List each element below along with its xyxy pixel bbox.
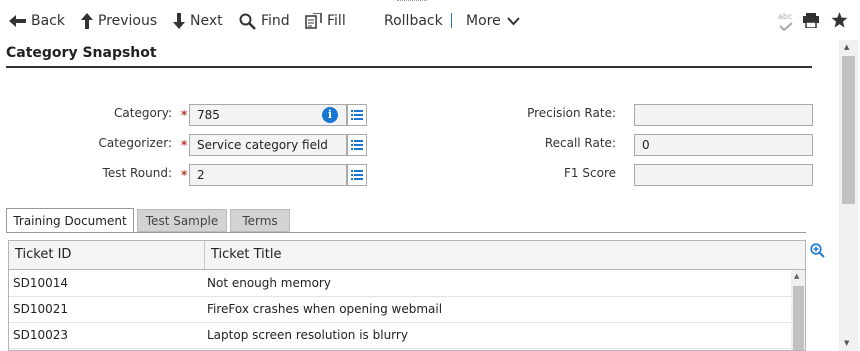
f1-score-label: F1 Score bbox=[564, 166, 616, 180]
more-menu-button[interactable]: More bbox=[466, 6, 525, 36]
find-button[interactable]: Find bbox=[239, 6, 290, 36]
up-arrow-icon bbox=[81, 13, 93, 29]
find-label: Find bbox=[261, 13, 290, 29]
table-scrollbar-thumb[interactable] bbox=[793, 286, 804, 350]
search-icon bbox=[239, 13, 256, 30]
previous-label: Previous bbox=[98, 13, 158, 29]
category-label: Category: bbox=[114, 106, 172, 120]
title-divider bbox=[6, 66, 812, 68]
next-label: Next bbox=[190, 13, 223, 29]
fill-button[interactable]: Fill bbox=[305, 6, 346, 36]
column-header-ticket-title[interactable]: Ticket Title bbox=[205, 241, 785, 269]
favorite-star-icon[interactable] bbox=[831, 12, 848, 32]
training-document-table: Ticket ID Ticket Title SD10014 Not enoug… bbox=[8, 240, 806, 351]
list-icon bbox=[351, 110, 363, 120]
tab-terms[interactable]: Terms bbox=[230, 209, 290, 232]
fill-form-icon bbox=[305, 13, 322, 29]
page-scrollbar-thumb[interactable] bbox=[842, 56, 855, 204]
test-round-field[interactable]: 2 bbox=[189, 164, 347, 186]
list-icon bbox=[351, 140, 363, 150]
ticket-id-cell: SD10021 bbox=[13, 302, 69, 316]
categorizer-required-mark: * bbox=[181, 138, 188, 152]
back-label: Back bbox=[31, 13, 65, 29]
table-scroll-up-icon[interactable]: ▲ bbox=[794, 272, 799, 280]
next-button[interactable]: Next bbox=[173, 6, 223, 36]
column-header-ticket-id[interactable]: Ticket ID bbox=[9, 241, 204, 269]
test-round-label: Test Round: bbox=[102, 166, 172, 180]
back-button[interactable]: Back bbox=[9, 6, 65, 36]
tab-test-sample[interactable]: Test Sample bbox=[137, 209, 227, 232]
ticket-title-cell: Laptop screen resolution is blurry bbox=[207, 328, 408, 342]
test-round-required-mark: * bbox=[181, 168, 188, 182]
ticket-title-cell: Not enough memory bbox=[207, 276, 331, 290]
back-arrow-icon bbox=[9, 15, 26, 27]
print-icon[interactable] bbox=[803, 13, 819, 32]
tab-training-document[interactable]: Training Document bbox=[6, 208, 134, 233]
info-icon[interactable]: i bbox=[322, 107, 338, 123]
precision-rate-label: Precision Rate: bbox=[527, 106, 616, 120]
zoom-in-icon[interactable] bbox=[810, 243, 825, 262]
table-row[interactable]: SD10023 Laptop screen resolution is blur… bbox=[9, 322, 791, 349]
rollback-button[interactable]: Rollback bbox=[384, 6, 443, 36]
table-row[interactable]: SD10021 FireFox crashes when opening web… bbox=[9, 296, 791, 323]
ticket-title-cell: FireFox crashes when opening webmail bbox=[207, 302, 443, 316]
category-lookup-button[interactable] bbox=[347, 104, 367, 126]
category-required-mark: * bbox=[181, 108, 188, 122]
tab-strip-divider bbox=[6, 232, 806, 233]
f1-score-field bbox=[634, 164, 813, 186]
rollback-label: Rollback bbox=[384, 13, 443, 29]
list-icon bbox=[351, 170, 363, 180]
drag-grip[interactable] bbox=[397, 0, 427, 4]
spell-check-label: abc bbox=[778, 12, 793, 21]
categorizer-lookup-button[interactable] bbox=[347, 134, 367, 156]
recall-rate-label: Recall Rate: bbox=[544, 136, 616, 150]
categorizer-label: Categorizer: bbox=[98, 136, 173, 150]
scroll-up-icon[interactable]: ▲ bbox=[844, 43, 849, 51]
fill-label: Fill bbox=[327, 13, 346, 29]
more-label: More bbox=[466, 13, 501, 29]
ticket-id-cell: SD10014 bbox=[13, 276, 69, 290]
ticket-id-cell: SD10023 bbox=[13, 328, 69, 342]
chevron-down-icon bbox=[506, 16, 520, 25]
categorizer-field[interactable]: Service category field bbox=[189, 134, 347, 156]
spell-check-icon[interactable]: abc bbox=[777, 12, 795, 32]
previous-button[interactable]: Previous bbox=[81, 6, 157, 36]
precision-rate-field bbox=[634, 104, 813, 126]
table-header: Ticket ID Ticket Title bbox=[9, 241, 805, 270]
down-arrow-icon bbox=[173, 13, 185, 29]
page-title: Category Snapshot bbox=[6, 45, 157, 61]
scroll-down-icon[interactable]: ▼ bbox=[844, 339, 849, 347]
toolbar-separator bbox=[451, 13, 452, 28]
recall-rate-field: 0 bbox=[634, 134, 813, 156]
table-row[interactable]: SD10014 Not enough memory bbox=[9, 270, 791, 297]
test-round-lookup-button[interactable] bbox=[347, 164, 367, 186]
